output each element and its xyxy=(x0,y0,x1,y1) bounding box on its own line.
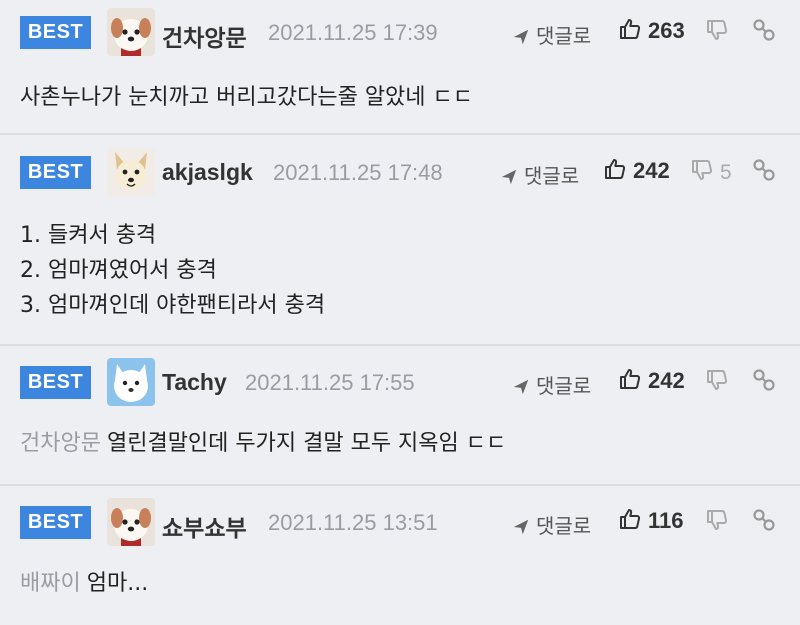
thumbs-down-icon xyxy=(705,508,729,532)
nickname[interactable]: Tachy xyxy=(162,369,227,396)
reply-mention[interactable]: 건차앙문 xyxy=(20,431,101,456)
reply-arrow-icon xyxy=(500,168,518,186)
comment-line: 사촌누나가 눈치까고 버리고갔다는줄 알았네 ㄷㄷ xyxy=(20,85,474,110)
dislike-count: 5 xyxy=(720,161,732,184)
like-button[interactable]: 263 xyxy=(618,17,685,45)
comment-header: BEST akjaslgk 2021.11.25 17:48 댓글로 242 5 xyxy=(0,135,800,195)
like-button[interactable]: 242 xyxy=(618,367,685,395)
comment-line: 열린결말인데 두가지 결말 모두 지옥임 ㄷㄷ xyxy=(106,431,507,456)
comment-line: 엄마... xyxy=(86,571,149,596)
thumbs-down-icon xyxy=(705,368,729,392)
avatar[interactable] xyxy=(107,358,155,406)
dislike-button[interactable] xyxy=(705,18,735,46)
reply-button[interactable]: 댓글로 xyxy=(512,510,591,539)
avatar[interactable] xyxy=(107,8,155,56)
like-count: 116 xyxy=(648,508,684,533)
thumbs-up-icon xyxy=(603,157,627,181)
report-button[interactable] xyxy=(752,368,776,396)
comment-item: BEST Tachy 2021.11.25 17:55 댓글로 242 건차앙문… xyxy=(0,346,800,486)
best-badge: BEST xyxy=(20,366,91,399)
reply-button[interactable]: 댓글로 xyxy=(512,370,591,399)
reply-mention[interactable]: 배짜이 xyxy=(20,571,81,596)
comment-body: 1. 들켜서 충격 2. 엄마껴였어서 충격 3. 엄마껴인데 야한팬티라서 충… xyxy=(20,218,325,323)
comment-line-wrap: 건차앙문 열린결말인데 두가지 결말 모두 지옥임 ㄷㄷ xyxy=(20,426,506,461)
reply-arrow-icon xyxy=(512,378,530,396)
reply-label: 댓글로 xyxy=(524,164,580,188)
report-link-icon xyxy=(752,508,776,532)
best-badge: BEST xyxy=(20,16,91,49)
reply-arrow-icon xyxy=(512,518,530,536)
report-button[interactable] xyxy=(752,508,776,536)
report-link-icon xyxy=(752,18,776,42)
comment-date: 2021.11.25 17:39 xyxy=(268,20,438,45)
comment-item: BEST 쇼부쇼부 2021.11.25 13:51 댓글로 116 배짜이 엄마… xyxy=(0,486,800,625)
reply-label: 댓글로 xyxy=(536,374,592,398)
comment-line: 1. 들켜서 충격 xyxy=(20,223,157,248)
reply-button[interactable]: 댓글로 xyxy=(512,20,591,49)
report-link-icon xyxy=(752,368,776,392)
comment-date: 2021.11.25 13:51 xyxy=(268,510,438,535)
comment-line: 3. 엄마껴인데 야한팬티라서 충격 xyxy=(20,293,326,318)
report-link-icon xyxy=(752,158,776,182)
nickname[interactable]: 쇼부쇼부 xyxy=(162,509,247,543)
reply-label: 댓글로 xyxy=(536,24,592,48)
thumbs-down-icon xyxy=(705,18,729,42)
comment-line: 2. 엄마껴였어서 충격 xyxy=(20,258,217,283)
avatar[interactable] xyxy=(107,148,155,196)
like-button[interactable]: 116 xyxy=(618,507,684,535)
dislike-button[interactable]: 5 xyxy=(690,158,732,186)
comment-header: BEST Tachy 2021.11.25 17:55 댓글로 242 xyxy=(0,346,800,406)
dislike-button[interactable] xyxy=(705,368,735,396)
avatar[interactable] xyxy=(107,498,155,546)
thumbs-up-icon xyxy=(618,17,642,41)
like-count: 242 xyxy=(633,158,670,183)
like-count: 242 xyxy=(648,368,685,393)
best-badge: BEST xyxy=(20,506,91,539)
reply-button[interactable]: 댓글로 xyxy=(500,160,579,189)
comment-body: 건차앙문 열린결말인데 두가지 결말 모두 지옥임 ㄷㄷ xyxy=(20,426,506,461)
thumbs-down-icon xyxy=(690,158,714,182)
nickname[interactable]: 건차앙문 xyxy=(162,19,247,53)
best-badge: BEST xyxy=(20,156,91,189)
thumbs-up-icon xyxy=(618,367,642,391)
comment-line-wrap: 배짜이 엄마... xyxy=(20,566,148,601)
like-count: 263 xyxy=(648,18,685,43)
comment-item: BEST 건차앙문 2021.11.25 17:39 댓글로 263 사촌누나가… xyxy=(0,0,800,135)
comment-body: 사촌누나가 눈치까고 버리고갔다는줄 알았네 ㄷㄷ xyxy=(20,80,473,115)
dislike-button[interactable] xyxy=(705,508,735,536)
reply-label: 댓글로 xyxy=(536,514,592,538)
report-button[interactable] xyxy=(752,18,776,46)
comment-date: 2021.11.25 17:55 xyxy=(245,370,415,395)
reply-arrow-icon xyxy=(512,28,530,46)
comment-date: 2021.11.25 17:48 xyxy=(273,160,443,185)
nickname[interactable]: akjaslgk xyxy=(162,159,253,186)
like-button[interactable]: 242 xyxy=(603,157,670,185)
report-button[interactable] xyxy=(752,158,776,186)
thumbs-up-icon xyxy=(618,507,642,531)
comment-header: BEST 쇼부쇼부 2021.11.25 13:51 댓글로 116 xyxy=(0,486,800,546)
comment-body: 배짜이 엄마... xyxy=(20,566,148,601)
comment-header: BEST 건차앙문 2021.11.25 17:39 댓글로 263 xyxy=(0,0,800,60)
comment-item: BEST akjaslgk 2021.11.25 17:48 댓글로 242 5… xyxy=(0,135,800,346)
